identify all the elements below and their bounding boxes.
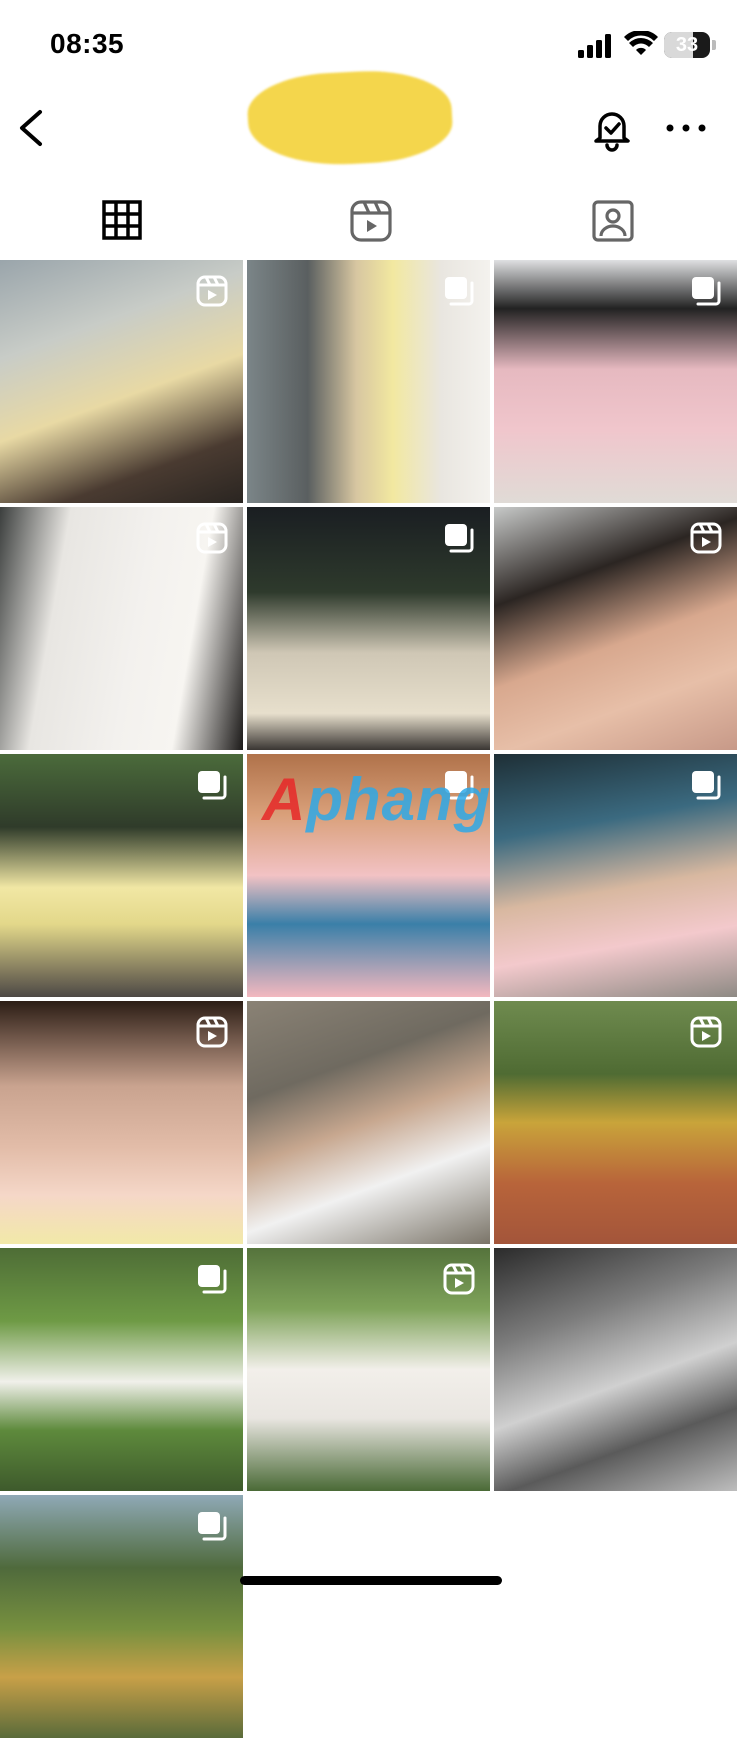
grid-post-11[interactable] [247, 1001, 490, 1244]
reel-badge-icon [690, 522, 722, 554]
watermark-prefix: A [262, 766, 307, 833]
profile-tabs [0, 180, 739, 258]
battery-cap [712, 40, 716, 50]
grid-post-5[interactable] [247, 507, 490, 750]
carousel-badge-icon [198, 1512, 227, 1541]
reel-badge-icon [196, 522, 228, 554]
grid-post-6[interactable] [494, 507, 737, 750]
notifications-bell-icon[interactable] [588, 104, 636, 152]
grid-post-14[interactable] [247, 1248, 490, 1491]
grid-post-15[interactable] [494, 1248, 737, 1491]
grid-post-7[interactable] [0, 754, 243, 997]
grid-post-12[interactable] [494, 1001, 737, 1244]
tab-tagged[interactable] [582, 190, 642, 250]
watermark-rest: phang [306, 766, 492, 833]
carousel-badge-icon [198, 771, 227, 800]
more-options-icon[interactable] [662, 118, 710, 138]
tagged-icon [592, 200, 634, 242]
carousel-badge-icon [445, 524, 474, 553]
grid-post-3[interactable] [494, 260, 737, 503]
wifi-icon [624, 31, 658, 55]
back-icon[interactable] [12, 106, 52, 150]
reel-badge-icon [443, 1263, 475, 1295]
tab-reels[interactable] [340, 190, 400, 250]
carousel-badge-icon [198, 1265, 227, 1294]
battery-percent: 33 [675, 34, 699, 56]
reel-badge-icon [196, 1016, 228, 1048]
carousel-badge-icon [692, 277, 721, 306]
status-time: 08:35 [50, 28, 125, 59]
watermark: Aphang [262, 765, 491, 834]
reel-badge-icon [196, 275, 228, 307]
grid-post-10[interactable] [0, 1001, 243, 1244]
cellular-signal-icon [578, 34, 611, 58]
grid-post-9[interactable] [494, 754, 737, 997]
grid-icon [102, 200, 142, 240]
grid-post-2[interactable] [247, 260, 490, 503]
reel-badge-icon [690, 1016, 722, 1048]
carousel-badge-icon [445, 277, 474, 306]
tab-posts[interactable] [92, 190, 152, 250]
grid-post-13[interactable] [0, 1248, 243, 1491]
reels-icon [350, 200, 392, 242]
grid-post-4[interactable] [0, 507, 243, 750]
battery-icon: 33 [664, 32, 710, 58]
grid-post-1[interactable] [0, 260, 243, 503]
home-indicator[interactable] [240, 1576, 502, 1585]
grid-post-16[interactable] [0, 1495, 243, 1738]
profile-header [0, 66, 739, 180]
carousel-badge-icon [692, 771, 721, 800]
